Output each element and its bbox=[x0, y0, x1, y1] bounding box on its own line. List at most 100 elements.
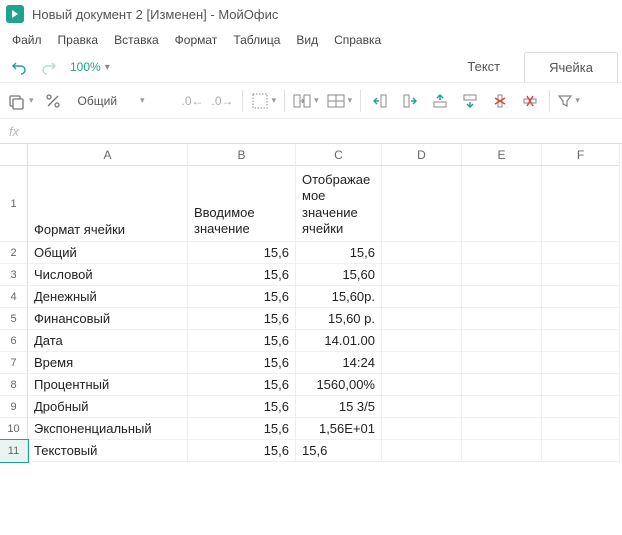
cell-E4[interactable] bbox=[462, 286, 542, 308]
cell-F2[interactable] bbox=[542, 242, 620, 264]
menu-view[interactable]: Вид bbox=[288, 28, 326, 52]
col-header-D[interactable]: D bbox=[382, 144, 462, 166]
cell-E2[interactable] bbox=[462, 242, 542, 264]
cell-E3[interactable] bbox=[462, 264, 542, 286]
menu-insert[interactable]: Вставка bbox=[106, 28, 167, 52]
cell-B11[interactable]: 15,6 bbox=[188, 440, 296, 462]
cell-A8[interactable]: Процентный bbox=[28, 374, 188, 396]
cell-C5[interactable]: 15,60 р. bbox=[296, 308, 382, 330]
cell-B1[interactable]: Вводимое значение bbox=[188, 166, 296, 242]
cell-E11[interactable] bbox=[462, 440, 542, 462]
cell-C8[interactable]: 1560,00% bbox=[296, 374, 382, 396]
select-all-corner[interactable] bbox=[0, 144, 28, 166]
menu-help[interactable]: Справка bbox=[326, 28, 389, 52]
cell-E9[interactable] bbox=[462, 396, 542, 418]
cell-C6[interactable]: 14.01.00 bbox=[296, 330, 382, 352]
increase-decimal-button[interactable]: .0← bbox=[178, 86, 208, 116]
formula-input[interactable] bbox=[28, 119, 622, 143]
cell-B6[interactable]: 15,6 bbox=[188, 330, 296, 352]
cell-D10[interactable] bbox=[382, 418, 462, 440]
cell-D9[interactable] bbox=[382, 396, 462, 418]
cell-D7[interactable] bbox=[382, 352, 462, 374]
currency-format-button[interactable]: ▾ bbox=[4, 86, 38, 116]
cell-A10[interactable]: Экспоненциальный bbox=[28, 418, 188, 440]
cell-C9[interactable]: 15 3/5 bbox=[296, 396, 382, 418]
cell-D3[interactable] bbox=[382, 264, 462, 286]
cell-B2[interactable]: 15,6 bbox=[188, 242, 296, 264]
cell-C2[interactable]: 15,6 bbox=[296, 242, 382, 264]
cell-E7[interactable] bbox=[462, 352, 542, 374]
tab-cell[interactable]: Ячейка bbox=[524, 52, 618, 82]
cell-E8[interactable] bbox=[462, 374, 542, 396]
redo-button[interactable] bbox=[34, 52, 64, 82]
cell-A11[interactable]: Текстовый bbox=[28, 440, 188, 462]
cell-F10[interactable] bbox=[542, 418, 620, 440]
insert-row-below-button[interactable] bbox=[455, 86, 485, 116]
row-header-10[interactable]: 10 bbox=[0, 418, 28, 440]
cell-E5[interactable] bbox=[462, 308, 542, 330]
row-header-5[interactable]: 5 bbox=[0, 308, 28, 330]
insert-column-left-button[interactable] bbox=[365, 86, 395, 116]
spreadsheet-grid[interactable]: A B C D E F 1 Формат ячейки Вводимое зна… bbox=[0, 144, 622, 462]
cell-C1[interactable]: Отображаемое значение ячейки bbox=[296, 166, 382, 242]
cell-C10[interactable]: 1,56E+01 bbox=[296, 418, 382, 440]
row-header-8[interactable]: 8 bbox=[0, 374, 28, 396]
row-header-7[interactable]: 7 bbox=[0, 352, 28, 374]
cell-B5[interactable]: 15,6 bbox=[188, 308, 296, 330]
cell-B10[interactable]: 15,6 bbox=[188, 418, 296, 440]
cell-C3[interactable]: 15,60 bbox=[296, 264, 382, 286]
insert-row-above-button[interactable] bbox=[425, 86, 455, 116]
cell-C11[interactable]: 15,6 bbox=[296, 440, 382, 462]
menu-edit[interactable]: Правка bbox=[50, 28, 107, 52]
cell-A1[interactable]: Формат ячейки bbox=[28, 166, 188, 242]
cell-F1[interactable] bbox=[542, 166, 620, 242]
cell-F9[interactable] bbox=[542, 396, 620, 418]
cell-F5[interactable] bbox=[542, 308, 620, 330]
cell-A5[interactable]: Финансовый bbox=[28, 308, 188, 330]
cell-A7[interactable]: Время bbox=[28, 352, 188, 374]
tab-text[interactable]: Текст bbox=[443, 52, 524, 82]
menu-format[interactable]: Формат bbox=[167, 28, 226, 52]
cell-D5[interactable] bbox=[382, 308, 462, 330]
row-header-3[interactable]: 3 bbox=[0, 264, 28, 286]
fx-label[interactable]: fx bbox=[0, 124, 28, 139]
delete-row-button[interactable] bbox=[515, 86, 545, 116]
col-header-C[interactable]: C bbox=[296, 144, 382, 166]
borders-button[interactable]: ▾ bbox=[247, 86, 281, 116]
cell-E1[interactable] bbox=[462, 166, 542, 242]
row-header-11[interactable]: 11 bbox=[0, 440, 28, 462]
cell-C7[interactable]: 14:24 bbox=[296, 352, 382, 374]
cell-D2[interactable] bbox=[382, 242, 462, 264]
cell-F3[interactable] bbox=[542, 264, 620, 286]
cell-D4[interactable] bbox=[382, 286, 462, 308]
row-header-9[interactable]: 9 bbox=[0, 396, 28, 418]
cell-A2[interactable]: Общий bbox=[28, 242, 188, 264]
cell-B3[interactable]: 15,6 bbox=[188, 264, 296, 286]
cell-A3[interactable]: Числовой bbox=[28, 264, 188, 286]
zoom-control[interactable]: 100% ▾ bbox=[64, 60, 116, 74]
percent-format-button[interactable] bbox=[38, 86, 68, 116]
cell-D6[interactable] bbox=[382, 330, 462, 352]
row-header-1[interactable]: 1 bbox=[0, 166, 28, 242]
number-format-dropdown[interactable]: Общий ▾ bbox=[68, 86, 178, 116]
delete-column-button[interactable] bbox=[485, 86, 515, 116]
cell-F6[interactable] bbox=[542, 330, 620, 352]
menu-file[interactable]: Файл bbox=[4, 28, 50, 52]
row-header-6[interactable]: 6 bbox=[0, 330, 28, 352]
cell-B8[interactable]: 15,6 bbox=[188, 374, 296, 396]
cell-A6[interactable]: Дата bbox=[28, 330, 188, 352]
filter-button[interactable]: ▾ bbox=[554, 86, 584, 116]
cell-B7[interactable]: 15,6 bbox=[188, 352, 296, 374]
cell-C4[interactable]: 15,60р. bbox=[296, 286, 382, 308]
cell-F11[interactable] bbox=[542, 440, 620, 462]
undo-button[interactable] bbox=[4, 52, 34, 82]
col-header-B[interactable]: B bbox=[188, 144, 296, 166]
merge-cells-button[interactable]: ▾ bbox=[289, 86, 323, 116]
cell-A4[interactable]: Денежный bbox=[28, 286, 188, 308]
col-header-F[interactable]: F bbox=[542, 144, 620, 166]
decrease-decimal-button[interactable]: .0→ bbox=[208, 86, 238, 116]
cell-D1[interactable] bbox=[382, 166, 462, 242]
cell-E6[interactable] bbox=[462, 330, 542, 352]
cell-E10[interactable] bbox=[462, 418, 542, 440]
cell-size-button[interactable]: ▾ bbox=[323, 86, 357, 116]
